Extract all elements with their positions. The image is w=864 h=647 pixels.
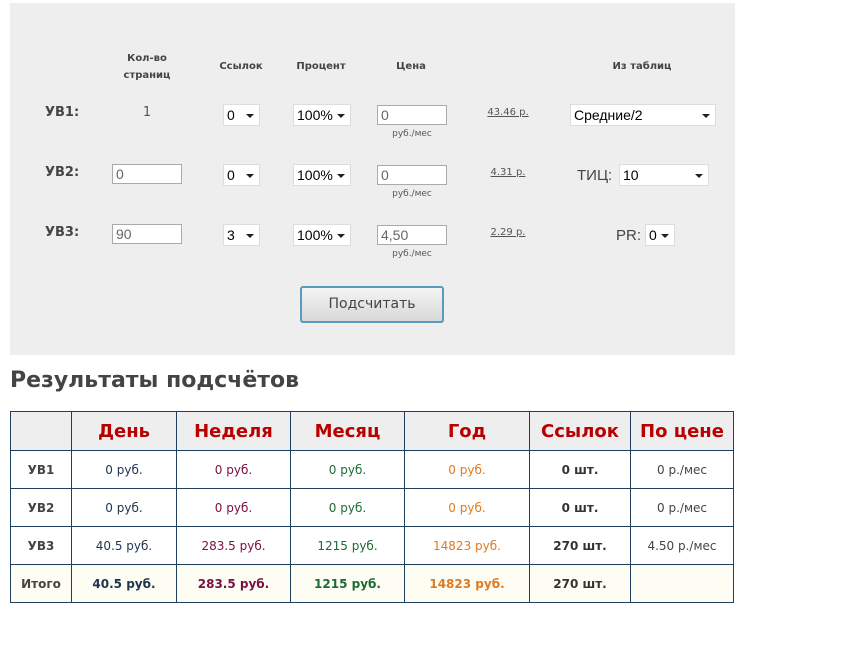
header-price: Цена bbox=[396, 61, 426, 72]
table-cell: 0 руб. bbox=[71, 450, 177, 489]
table-cell: 1215 руб. bbox=[290, 564, 405, 603]
percent-select-value: 100% bbox=[297, 107, 333, 123]
table-cell: 0 руб. bbox=[404, 450, 530, 489]
chevron-down-icon bbox=[337, 234, 345, 238]
table-row: УВ1 0 руб. 0 руб. 0 руб. 0 руб. 0 шт. 0 р./мес bbox=[10, 450, 734, 489]
chevron-down-icon bbox=[246, 234, 254, 238]
header-from-tables: Из таблиц bbox=[612, 61, 672, 72]
table-cell: УВ3 bbox=[10, 526, 72, 565]
table-cell: 270 шт. bbox=[529, 526, 631, 565]
table-header-row: День Неделя Месяц Год Ссылок По цене bbox=[10, 411, 734, 451]
table-cell: УВ2 bbox=[10, 488, 72, 527]
row-label-uv3: УВ3: bbox=[45, 225, 80, 240]
pr-select-value: 0 bbox=[649, 227, 657, 243]
column-header bbox=[10, 411, 72, 451]
table-cell: 270 шт. bbox=[529, 564, 631, 603]
table-cell: 14823 руб. bbox=[404, 564, 530, 603]
percent-select-uv1[interactable]: 100% bbox=[293, 104, 351, 126]
table-cell: 40.5 руб. bbox=[71, 526, 177, 565]
column-header: Месяц bbox=[290, 411, 405, 451]
table-cell: 0 руб. bbox=[176, 450, 291, 489]
table-cell: 0 р./мес bbox=[630, 450, 734, 489]
table-cell: УВ1 bbox=[10, 450, 72, 489]
table-cell: 14823 руб. bbox=[404, 526, 530, 565]
chevron-down-icon bbox=[695, 174, 703, 178]
price-unit-uv1: руб./мес bbox=[392, 129, 432, 139]
chevron-down-icon bbox=[246, 174, 254, 178]
row-label-uv2: УВ2: bbox=[45, 165, 80, 180]
results-title: Результаты подсчётов bbox=[10, 368, 300, 393]
percent-select-uv2[interactable]: 100% bbox=[293, 164, 351, 186]
links-select-uv1[interactable]: 0 bbox=[223, 104, 260, 126]
table-cell bbox=[630, 564, 734, 603]
table-cell: 0 шт. bbox=[529, 488, 631, 527]
table-cell: 0 руб. bbox=[404, 488, 530, 527]
calc-link-uv2[interactable]: 4.31 р. bbox=[468, 167, 548, 178]
table-row: УВ2 0 руб. 0 руб. 0 руб. 0 руб. 0 шт. 0 р./мес bbox=[10, 488, 734, 527]
links-select-uv2[interactable]: 0 bbox=[223, 164, 260, 186]
price-input-uv3[interactable]: 4,50 bbox=[377, 225, 447, 245]
pr-label: PR: bbox=[616, 227, 642, 244]
chevron-down-icon bbox=[246, 114, 254, 118]
percent-select-value: 100% bbox=[297, 167, 333, 183]
table-cell: 0 руб. bbox=[176, 488, 291, 527]
header-pages: Кол-во страниц bbox=[117, 50, 177, 84]
links-select-value: 3 bbox=[227, 227, 235, 243]
chevron-down-icon bbox=[337, 174, 345, 178]
tic-select-value: 10 bbox=[623, 167, 639, 183]
column-header: Неделя bbox=[176, 411, 291, 451]
pages-input-uv3[interactable]: 90 bbox=[112, 224, 182, 244]
column-header: Ссылок bbox=[529, 411, 631, 451]
chevron-down-icon bbox=[661, 234, 669, 238]
calc-link-uv3[interactable]: 2.29 р. bbox=[468, 227, 548, 238]
table-cell: 1215 руб. bbox=[290, 526, 405, 565]
header-pages-text: Кол-во страниц bbox=[123, 53, 171, 81]
price-unit-uv3: руб./мес bbox=[392, 249, 432, 259]
table-cell: 40.5 руб. bbox=[71, 564, 177, 603]
links-select-value: 0 bbox=[227, 167, 235, 183]
table-cell: 283.5 руб. bbox=[176, 526, 291, 565]
table-select-value: Средние/2 bbox=[574, 107, 643, 123]
table-cell: 283.5 руб. bbox=[176, 564, 291, 603]
chevron-down-icon bbox=[702, 114, 710, 118]
table-cell: Итого bbox=[10, 564, 72, 603]
table-cell: 0 руб. bbox=[71, 488, 177, 527]
header-percent: Процент bbox=[296, 61, 346, 72]
tic-select[interactable]: 10 bbox=[619, 164, 709, 186]
calculate-button[interactable]: Подсчитать bbox=[300, 286, 444, 323]
pr-select[interactable]: 0 bbox=[645, 224, 675, 246]
table-select[interactable]: Средние/2 bbox=[570, 104, 716, 126]
price-input-uv2[interactable]: 0 bbox=[377, 165, 447, 185]
percent-select-value: 100% bbox=[297, 227, 333, 243]
table-cell: 4.50 р./мес bbox=[630, 526, 734, 565]
percent-select-uv3[interactable]: 100% bbox=[293, 224, 351, 246]
total-row: Итого 40.5 руб. 283.5 руб. 1215 руб. 14823 р… bbox=[10, 564, 734, 603]
pages-input-uv2[interactable]: 0 bbox=[112, 164, 182, 184]
table-cell: 0 руб. bbox=[290, 488, 405, 527]
column-header: По цене bbox=[630, 411, 734, 451]
links-select-value: 0 bbox=[227, 107, 235, 123]
header-links: Ссылок bbox=[219, 61, 263, 72]
table-cell: 0 шт. bbox=[529, 450, 631, 489]
results-table: День Неделя Месяц Год Ссылок По цене УВ1 0 руб… bbox=[10, 411, 734, 603]
table-cell: 0 руб. bbox=[290, 450, 405, 489]
calc-link-uv1[interactable]: 43.46 р. bbox=[468, 107, 548, 118]
column-header: День bbox=[71, 411, 177, 451]
chevron-down-icon bbox=[337, 114, 345, 118]
pages-value-uv1: 1 bbox=[142, 105, 152, 120]
row-label-uv1: УВ1: bbox=[45, 105, 80, 120]
price-input-uv1[interactable]: 0 bbox=[377, 105, 447, 125]
links-select-uv3[interactable]: 3 bbox=[223, 224, 260, 246]
price-unit-uv2: руб./мес bbox=[392, 189, 432, 199]
tic-label: ТИЦ: bbox=[577, 167, 613, 184]
table-row: УВ3 40.5 руб. 283.5 руб. 1215 руб. 14823 руб… bbox=[10, 526, 734, 565]
table-cell: 0 р./мес bbox=[630, 488, 734, 527]
column-header: Год bbox=[404, 411, 530, 451]
